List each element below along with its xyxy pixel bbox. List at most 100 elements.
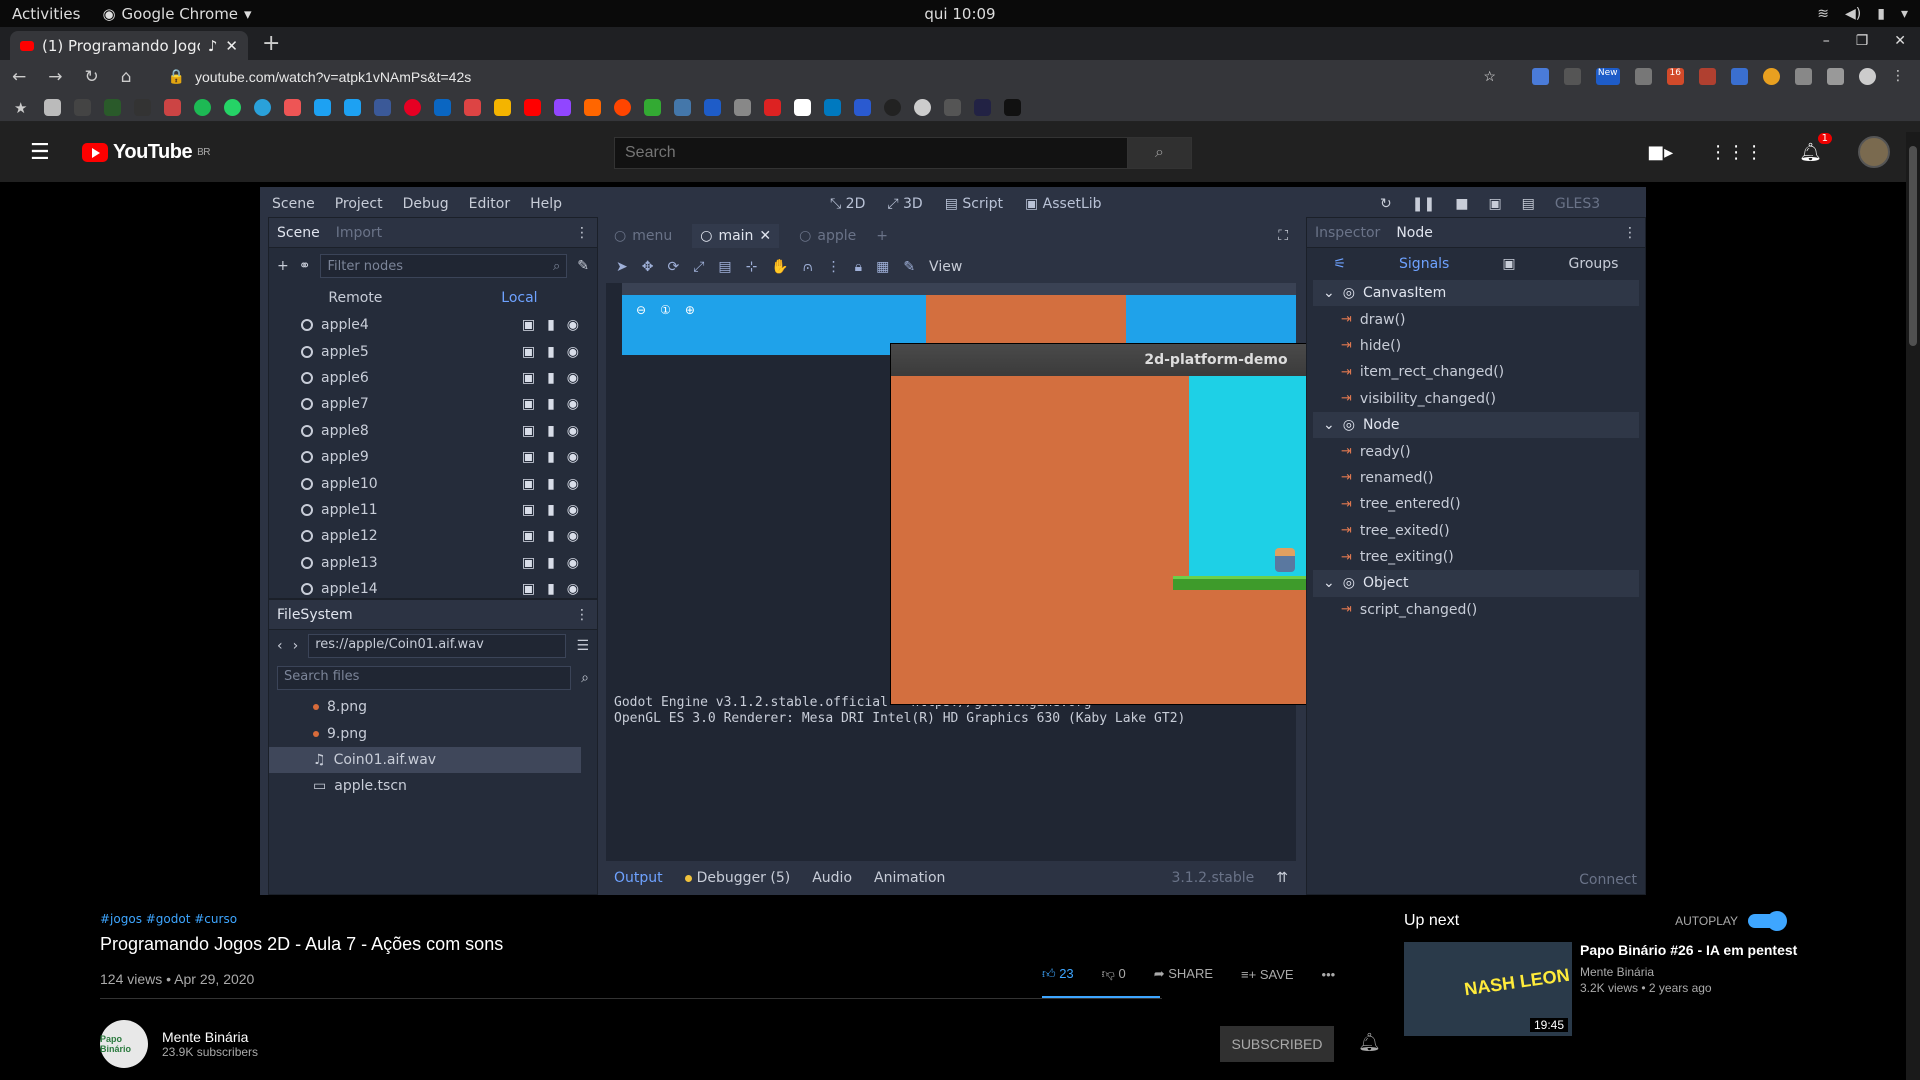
create-video-icon[interactable]: ■▸ [1647, 142, 1673, 163]
bookmark-icon[interactable] [1004, 98, 1021, 116]
star-bookmark-icon[interactable]: ★ [14, 99, 31, 117]
play-custom-icon[interactable]: ▤ [1522, 196, 1535, 212]
tab-output[interactable]: Output [614, 870, 663, 886]
spotify-bookmark-icon[interactable] [194, 98, 211, 116]
signal-item[interactable]: ⇥ script_changed() [1307, 597, 1645, 623]
select-tool-icon[interactable]: ➤ [616, 259, 628, 275]
tab-scene[interactable]: Scene [277, 225, 320, 241]
audio-icon[interactable]: ♪ [208, 37, 218, 55]
visibility-eye-icon[interactable]: ◉ [567, 396, 579, 412]
system-tray[interactable]: ≋ ◀) ▮ ▾ [1817, 6, 1908, 22]
media-control-icon[interactable] [1827, 68, 1844, 85]
chrome-menu-icon[interactable]: ⋮ [1891, 68, 1908, 85]
visibility-eye-icon[interactable]: ◉ [567, 344, 579, 360]
tab-node[interactable]: Node [1396, 225, 1433, 241]
visibility-eye-icon[interactable]: ◉ [567, 528, 579, 544]
instance-icon[interactable]: ▣ [522, 370, 535, 386]
fullscreen-icon[interactable]: ⛶ [1278, 228, 1288, 244]
zoom-out-icon[interactable]: ⊖ [636, 303, 646, 317]
visibility-eye-icon[interactable]: ◉ [567, 581, 579, 597]
bookmark-icon[interactable] [284, 98, 301, 116]
video-hashtags[interactable]: #jogos #godot #curso [100, 912, 1390, 926]
bookmark-icon[interactable] [674, 98, 691, 116]
bookmark-icon[interactable] [104, 98, 121, 116]
pen-extension-icon[interactable] [1634, 68, 1652, 85]
channel-name[interactable]: Mente Binária [162, 1029, 258, 1045]
script-icon[interactable]: ▮ [547, 370, 555, 386]
twitch-bookmark-icon[interactable] [554, 98, 571, 116]
scene-node[interactable]: apple12 ▣ ▮ ◉ [269, 523, 597, 549]
channel-avatar[interactable]: Papo Binário [100, 1020, 148, 1068]
add-scene-tab-icon[interactable]: + [876, 228, 888, 244]
facebook-bookmark-icon[interactable] [374, 98, 391, 116]
telegram-bookmark-icon[interactable] [254, 98, 271, 116]
more-actions-icon[interactable]: ••• [1322, 967, 1336, 982]
list-tool-icon[interactable]: ▤ [718, 259, 731, 275]
folder-bookmark-icon[interactable] [44, 98, 61, 116]
download-extension-icon[interactable] [1795, 68, 1812, 85]
whatsapp-bookmark-icon[interactable] [224, 98, 241, 116]
script-icon[interactable]: ▮ [547, 449, 555, 465]
scene-node[interactable]: apple11 ▣ ▮ ◉ [269, 497, 597, 523]
notifications-button[interactable]: 🔔︎ 1 [1799, 132, 1832, 163]
calendar-extension-icon[interactable]: 16 [1666, 68, 1684, 85]
restore-icon[interactable]: ❐ [1856, 33, 1869, 49]
search-files-input[interactable]: Search files [277, 666, 572, 690]
play-scene-icon[interactable]: ▣ [1488, 196, 1501, 212]
scale-tool-icon[interactable]: ⤢ [693, 259, 704, 275]
twitter-bookmark-icon[interactable] [344, 98, 361, 116]
filter-nodes-input[interactable]: Filter nodes ⌕ [320, 254, 568, 278]
address-bar[interactable]: 🔒 youtube.com/watch?v=atpk1vNAmPs&t=42s … [154, 63, 1510, 90]
scene-node[interactable]: apple8 ▣ ▮ ◉ [269, 418, 597, 444]
system-clock[interactable]: qui 10:09 [0, 5, 1920, 23]
instance-icon[interactable]: ▣ [522, 581, 535, 597]
scene-node[interactable]: apple5 ▣ ▮ ◉ [269, 338, 597, 364]
groups-tab[interactable]: Groups [1569, 256, 1619, 272]
mode-script[interactable]: ▤ Script [945, 196, 1003, 212]
signal-item[interactable]: ⇥ ready() [1307, 438, 1645, 464]
new-tab-button[interactable]: + [262, 31, 280, 56]
bookmark-icon[interactable] [644, 98, 661, 116]
mode-assetlib[interactable]: ▣ AssetLib [1025, 196, 1102, 212]
tab-import[interactable]: Import [336, 225, 382, 241]
dislike-button[interactable]: 👎︎ 0 [1102, 966, 1126, 982]
scene-node[interactable]: apple4 ▣ ▮ ◉ [269, 312, 597, 338]
fox-extension-icon[interactable] [1699, 68, 1716, 85]
remote-debug-icon[interactable]: ↻ [1380, 196, 1392, 212]
menu-editor[interactable]: Editor [469, 196, 510, 212]
trello-bookmark-icon[interactable] [824, 98, 841, 116]
tab-debugger[interactable]: Debugger (5) [685, 870, 791, 886]
video-player[interactable]: Scene Project Debug Editor Help ⤡ 2D ⤢ 3… [0, 187, 1906, 895]
instance-icon[interactable]: ▣ [522, 476, 535, 492]
notification-bell-icon[interactable]: 🔔︎ [1358, 1032, 1381, 1053]
renderer-select[interactable]: GLES3 [1555, 196, 1600, 212]
bookmark-icon[interactable] [134, 98, 151, 116]
pocket-extension-icon[interactable] [1563, 68, 1581, 85]
bookmark-icon[interactable] [704, 98, 721, 116]
pivot-tool-icon[interactable]: ⊹ [746, 259, 758, 275]
bookmark-icon[interactable] [974, 98, 991, 116]
signal-item[interactable]: ⇥ renamed() [1307, 465, 1645, 491]
hamburger-menu-icon[interactable]: ☰ [30, 140, 66, 165]
signal-item[interactable]: ⇥ tree_exiting() [1307, 544, 1645, 570]
instance-icon[interactable]: ▣ [522, 396, 535, 412]
scene-node[interactable]: apple10 ▣ ▮ ◉ [269, 470, 597, 496]
pin-icon[interactable]: ⇈ [1276, 870, 1288, 886]
visibility-eye-icon[interactable]: ◉ [567, 476, 579, 492]
zoom-reset-icon[interactable]: ① [660, 303, 671, 317]
pan-tool-icon[interactable]: ✋ [771, 259, 788, 275]
close-window-icon[interactable]: ✕ [1894, 33, 1906, 49]
scene-node[interactable]: apple7 ▣ ▮ ◉ [269, 391, 597, 417]
file-item-selected[interactable]: ♫ Coin01.aif.wav [269, 746, 581, 774]
apps-grid-icon[interactable]: ⋮⋮⋮ [1709, 142, 1763, 163]
gmail-bookmark-icon[interactable] [464, 98, 481, 116]
tab-animation[interactable]: Animation [874, 870, 945, 886]
script-icon[interactable]: ▮ [547, 423, 555, 439]
signals-tab[interactable]: Signals [1399, 256, 1449, 272]
close-tab-icon[interactable]: ✕ [225, 37, 238, 55]
bookmark-icon[interactable] [164, 98, 181, 116]
instance-icon[interactable]: ▣ [522, 555, 535, 571]
bookmark-icon[interactable] [764, 98, 781, 116]
account-avatar[interactable] [1858, 136, 1890, 168]
bone-icon[interactable]: ✎ [903, 259, 915, 275]
